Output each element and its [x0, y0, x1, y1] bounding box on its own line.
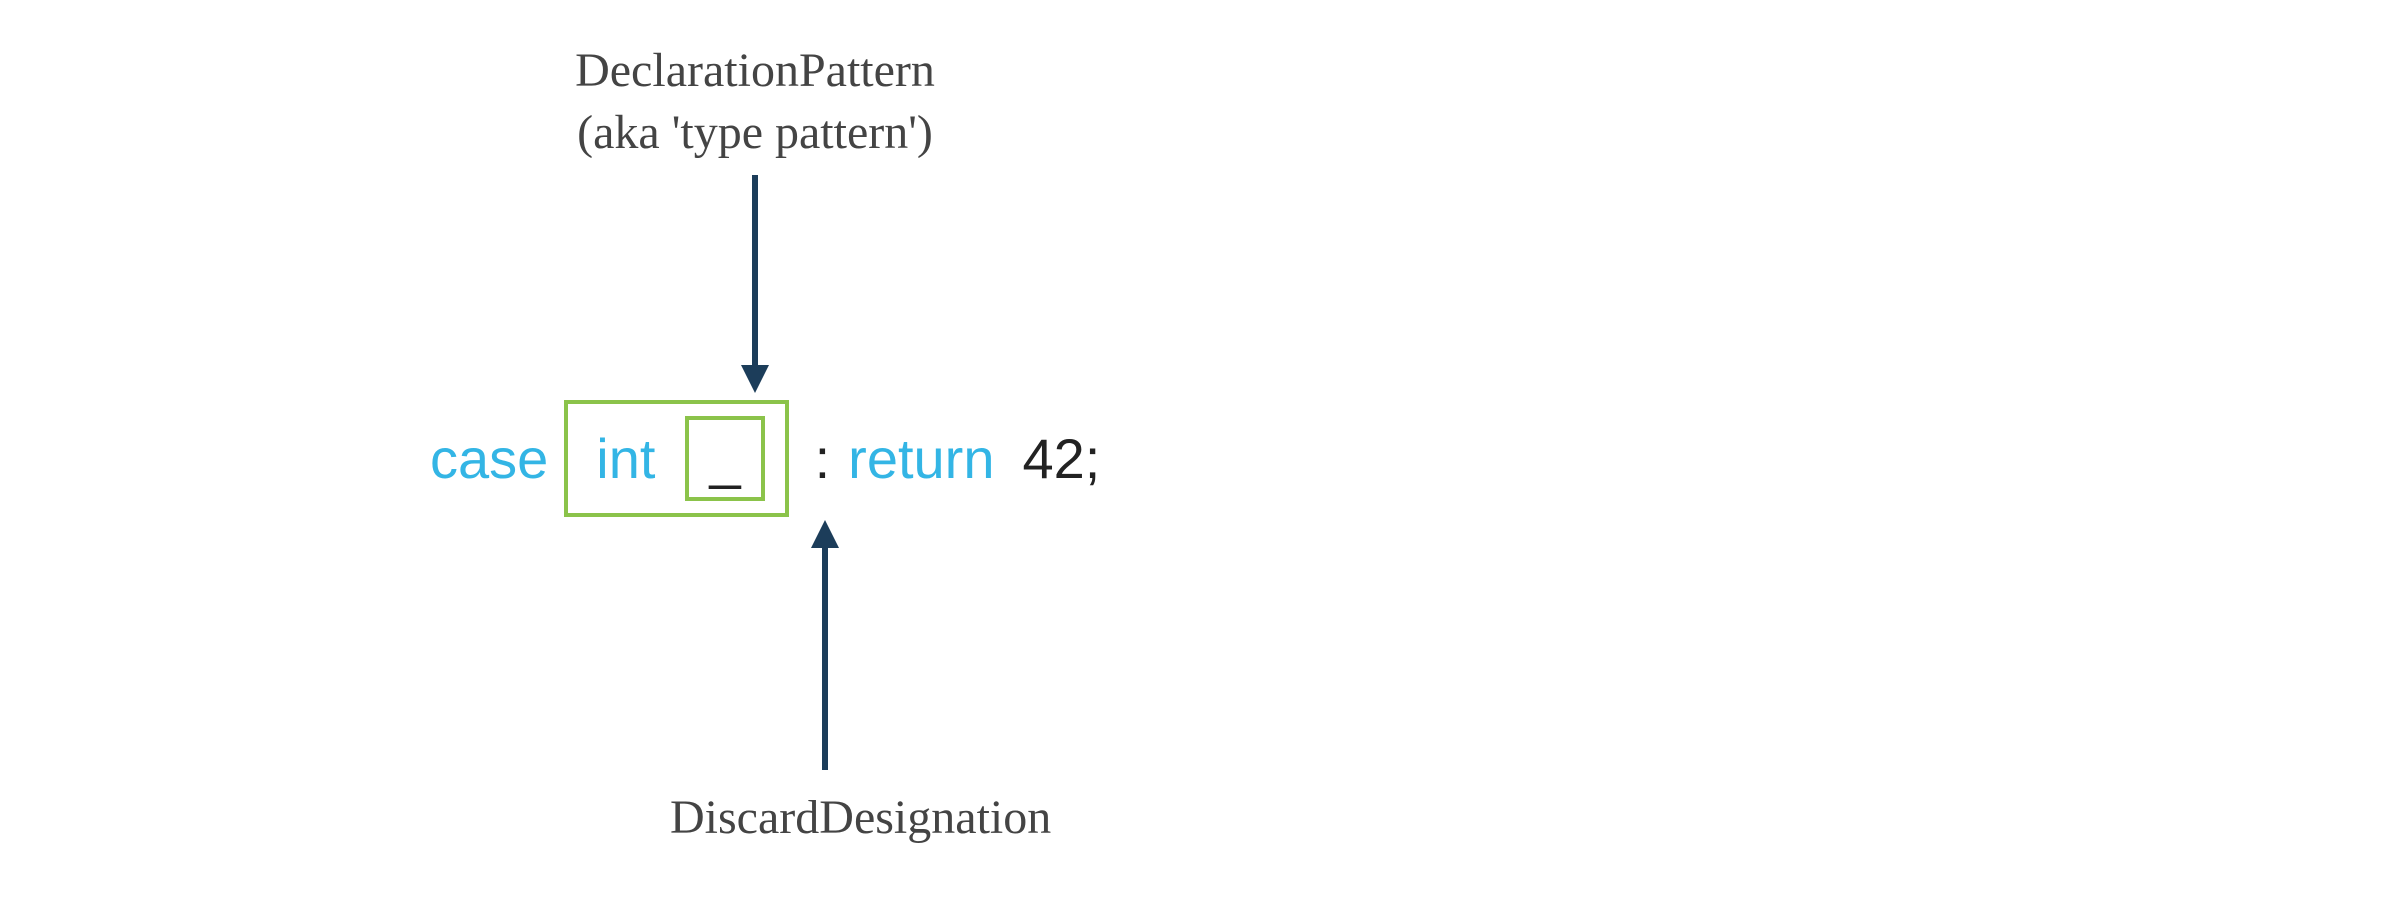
arrow-down-icon — [735, 175, 775, 395]
keyword-return: return — [848, 426, 994, 491]
code-expression: case int _ : return 42; — [430, 400, 1100, 517]
annotation-line2: (aka 'type pattern') — [480, 102, 1030, 164]
keyword-case: case — [430, 426, 548, 491]
annotation-line1: DeclarationPattern — [480, 40, 1030, 102]
declaration-pattern-box: int _ — [564, 400, 788, 517]
literal-value: 42; — [1022, 426, 1100, 491]
keyword-int: int — [596, 426, 655, 491]
colon-token: : — [815, 426, 831, 491]
discard-underscore: _ — [709, 426, 740, 491]
arrow-up-icon — [805, 520, 845, 770]
discard-designation-box: _ — [685, 416, 764, 501]
annotation-discard-designation: DiscardDesignation — [670, 790, 1051, 845]
annotation-declaration-pattern: DeclarationPattern (aka 'type pattern') — [480, 40, 1030, 165]
